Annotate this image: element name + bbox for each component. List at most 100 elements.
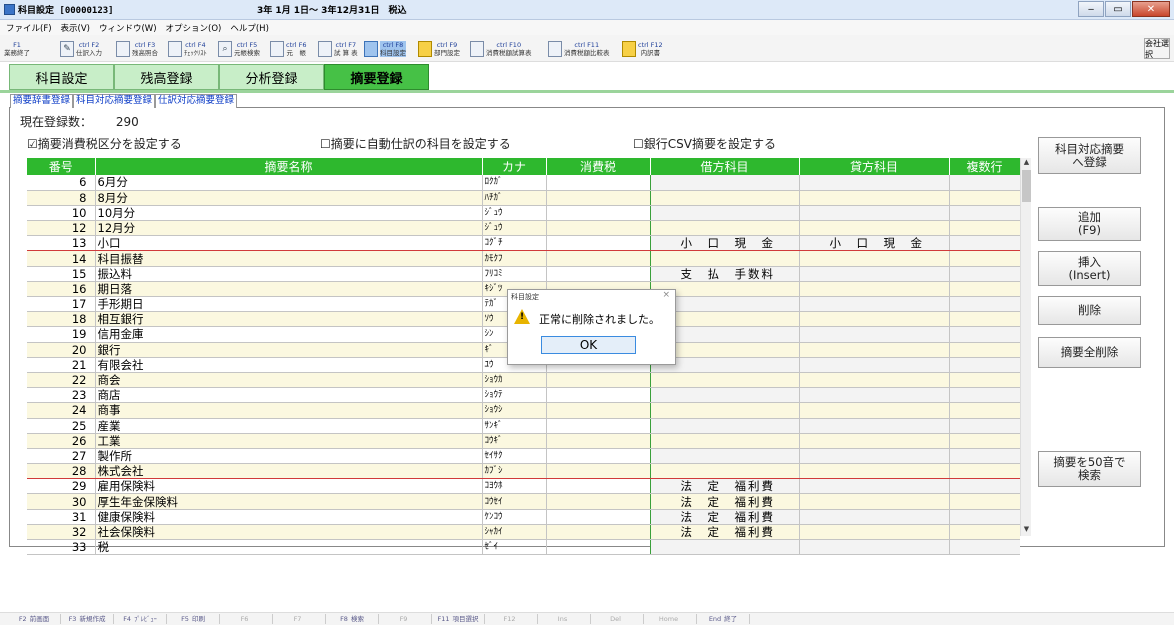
cell-number[interactable]: 15 xyxy=(27,266,96,282)
cell-multi[interactable] xyxy=(949,478,1020,495)
cell-multi[interactable] xyxy=(949,387,1020,404)
cell-kana[interactable]: ｻﾝｷﾞ xyxy=(482,418,547,434)
toolbar-ledger[interactable]: ctrl F6 元 帳 xyxy=(268,37,307,60)
dialog-close-icon[interactable]: × xyxy=(662,290,670,300)
function-key-f11[interactable]: F11 項目選択 xyxy=(432,614,485,624)
menu-window[interactable]: ウィンドウ(W) xyxy=(99,22,157,34)
cell-number[interactable]: 23 xyxy=(27,387,96,404)
cell-summary-name[interactable]: 銀行 xyxy=(95,342,483,358)
cell-summary-name[interactable]: 雇用保険料 xyxy=(95,478,483,495)
cell-number[interactable]: 32 xyxy=(27,524,96,541)
cell-credit[interactable] xyxy=(799,387,950,404)
cell-tax[interactable] xyxy=(546,509,651,525)
function-key-ins[interactable]: Ins xyxy=(538,614,591,624)
insert-button[interactable]: 挿入 (Insert) xyxy=(1038,251,1141,286)
option-auto-journal[interactable]: ☐摘要に自動仕訳の科目を設定する xyxy=(320,135,511,152)
col-kana[interactable]: カナ xyxy=(482,158,547,175)
register-to-account-button[interactable]: 科目対応摘要 へ登録 xyxy=(1038,137,1141,174)
cell-credit[interactable] xyxy=(799,463,950,480)
table-row[interactable]: 14 科目振替 ｶﾓｸﾌ xyxy=(27,250,1020,267)
function-key-f2[interactable]: F2 前画面 xyxy=(8,614,61,624)
cell-credit[interactable] xyxy=(799,357,950,373)
cell-summary-name[interactable]: 有限会社 xyxy=(95,357,483,373)
cell-tax[interactable] xyxy=(546,190,651,206)
table-row[interactable]: 26 工業 ｺｳｷﾞ xyxy=(27,433,1020,449)
ok-button[interactable]: OK xyxy=(541,336,636,354)
cell-summary-name[interactable]: 商会 xyxy=(95,372,483,389)
cell-summary-name[interactable]: 工業 xyxy=(95,433,483,449)
cell-tax[interactable] xyxy=(546,387,651,404)
cell-multi[interactable] xyxy=(949,509,1020,525)
cell-credit[interactable] xyxy=(799,448,950,465)
cell-credit[interactable] xyxy=(799,539,950,556)
cell-kana[interactable]: ｶﾓｸﾌ xyxy=(482,250,547,267)
cell-multi[interactable] xyxy=(949,326,1020,343)
cell-kana[interactable]: ﾛｸｶﾞ xyxy=(482,175,547,191)
col-multi[interactable]: 複数行 xyxy=(949,158,1021,175)
tab-summary-registration[interactable]: 摘要登録 xyxy=(324,64,429,90)
scroll-down-icon[interactable]: ▼ xyxy=(1021,525,1032,536)
cell-multi[interactable] xyxy=(949,266,1020,282)
table-row[interactable]: 25 産業 ｻﾝｷﾞ xyxy=(27,418,1020,434)
table-row[interactable]: 32 社会保険料 ｼｬｶｲ 法 定 福利費 xyxy=(27,524,1020,541)
cell-credit[interactable] xyxy=(799,326,950,343)
toolbar-breakdown[interactable]: ctrl F12 内訳書 xyxy=(620,37,663,60)
cell-tax[interactable] xyxy=(546,448,651,465)
table-row[interactable]: 28 株式会社 ｶﾌﾞｼ xyxy=(27,463,1020,480)
cell-tax[interactable] xyxy=(546,524,651,541)
cell-tax[interactable] xyxy=(546,433,651,449)
cell-tax[interactable] xyxy=(546,205,651,222)
table-scrollbar[interactable]: ▲ ▼ xyxy=(1020,158,1031,536)
cell-debit[interactable] xyxy=(650,418,800,434)
menu-help[interactable]: ヘルプ(H) xyxy=(230,22,269,34)
function-key-f12[interactable]: F12 xyxy=(485,614,538,624)
table-row[interactable]: 6 6月分 ﾛｸｶﾞ xyxy=(27,175,1020,191)
cell-number[interactable]: 17 xyxy=(27,296,96,313)
cell-summary-name[interactable]: 期日落 xyxy=(95,281,483,298)
cell-summary-name[interactable]: 厚生年金保険料 xyxy=(95,493,483,510)
cell-summary-name[interactable]: 信用金庫 xyxy=(95,326,483,343)
cell-number[interactable]: 19 xyxy=(27,326,96,343)
cell-number[interactable]: 14 xyxy=(27,250,96,267)
cell-debit[interactable] xyxy=(650,372,800,389)
function-key-del[interactable]: Del xyxy=(591,614,644,624)
add-button[interactable]: 追加 (F9) xyxy=(1038,207,1141,241)
cell-summary-name[interactable]: 振込料 xyxy=(95,266,483,282)
cell-credit[interactable] xyxy=(799,281,950,298)
cell-kana[interactable]: ｼﾞｭｳ xyxy=(482,205,547,222)
cell-multi[interactable] xyxy=(949,175,1020,191)
tab-account-settings[interactable]: 科目設定 xyxy=(9,64,114,90)
function-key-f9[interactable]: F9 xyxy=(379,614,432,624)
toolbar-department[interactable]: ctrl F9 部門設定 xyxy=(416,37,460,60)
cell-kana[interactable]: ｹﾝｺｳ xyxy=(482,509,547,525)
toolbar-balance-check[interactable]: ctrl F3 残高照合 xyxy=(114,37,158,60)
cell-number[interactable]: 12 xyxy=(27,220,96,237)
function-key-f3[interactable]: F3 新規作成 xyxy=(61,614,114,624)
cell-number[interactable]: 22 xyxy=(27,372,96,389)
subtab-journal-summary[interactable]: 仕訳対応摘要登録 xyxy=(155,94,238,108)
cell-tax[interactable] xyxy=(546,266,651,282)
cell-debit[interactable]: 法 定 福利費 xyxy=(650,478,800,495)
cell-debit[interactable] xyxy=(650,175,800,191)
cell-number[interactable]: 13 xyxy=(27,235,96,252)
cell-multi[interactable] xyxy=(949,418,1020,434)
cell-kana[interactable]: ｼｬｶｲ xyxy=(482,524,547,541)
cell-kana[interactable]: ﾌﾘｺﾐ xyxy=(482,266,547,282)
cell-multi[interactable] xyxy=(949,205,1020,222)
cell-multi[interactable] xyxy=(949,311,1020,328)
cell-debit[interactable] xyxy=(650,250,800,267)
cell-multi[interactable] xyxy=(949,402,1020,419)
cell-tax[interactable] xyxy=(546,250,651,267)
toolbar-trial-balance[interactable]: ctrl F7 試 算 表 xyxy=(316,37,358,60)
cell-summary-name[interactable]: 製作所 xyxy=(95,448,483,465)
col-summary-name[interactable]: 摘要名称 xyxy=(95,158,483,175)
cell-debit[interactable]: 法 定 福利費 xyxy=(650,493,800,510)
cell-summary-name[interactable]: 12月分 xyxy=(95,220,483,237)
function-key-f8[interactable]: F8 検索 xyxy=(326,614,379,624)
cell-credit[interactable]: 小 口 現 金 xyxy=(799,235,950,252)
cell-credit[interactable] xyxy=(799,250,950,267)
function-key-f6[interactable]: F6 xyxy=(220,614,273,624)
cell-summary-name[interactable]: 産業 xyxy=(95,418,483,434)
menu-view[interactable]: 表示(V) xyxy=(61,22,90,34)
maximize-button[interactable]: ▭ xyxy=(1105,1,1131,17)
